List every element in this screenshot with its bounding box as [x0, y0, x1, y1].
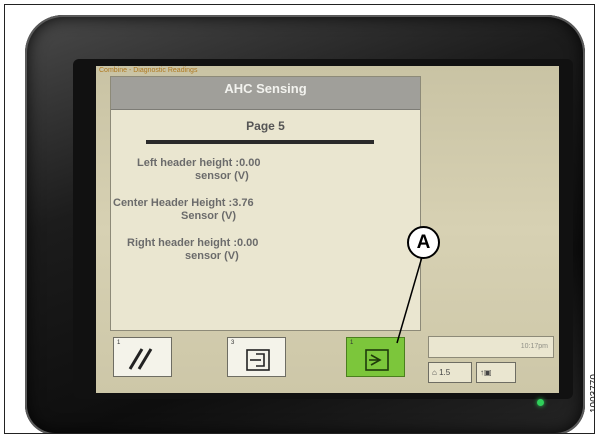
status-area: 10:17pm ⌂ 1.5 ↑▣ — [428, 336, 556, 388]
softkey-1[interactable]: 1 — [113, 337, 172, 377]
page-forward-icon — [365, 349, 389, 371]
display-screen: Combine - Diagnostic Readings AHC Sensin… — [96, 66, 559, 393]
readout-label: Center Header Height — [113, 197, 226, 209]
softkey-page-forward[interactable]: 1 — [346, 337, 405, 377]
up-arrow-monitor-icon: ↑▣ — [480, 368, 492, 377]
breadcrumb[interactable]: Combine - Diagnostic Readings — [99, 67, 197, 74]
readout-value: :0.00 — [235, 157, 261, 169]
readout-label: Right header height — [127, 237, 231, 249]
home-button[interactable]: ⌂ 1.5 — [428, 362, 472, 383]
figure-number: 1003770 — [589, 374, 595, 413]
home-icon: ⌂ — [432, 368, 437, 377]
readout-value: :3.76 — [228, 197, 254, 209]
diagonal-slashes-icon — [128, 348, 153, 370]
readout-unit: sensor (V) — [195, 170, 249, 182]
page-back-icon — [246, 349, 270, 371]
figure-frame: Combine - Diagnostic Readings AHC Sensin… — [4, 4, 595, 434]
ahc-sensing-panel: AHC Sensing Page 5 Left header height :0… — [110, 76, 421, 331]
clock-readout: 10:17pm — [428, 336, 554, 358]
readout-label: Left header height — [137, 157, 233, 169]
home-button-label: 1.5 — [439, 368, 451, 377]
page-number: Page 5 — [246, 119, 285, 133]
page-divider — [146, 140, 374, 144]
readout-right-header-height: Right header height :0.00 sensor (V) — [127, 237, 258, 263]
page-title: AHC Sensing — [111, 77, 420, 110]
readout-center-header-height: Center Header Height :3.76 Sensor (V) — [113, 197, 254, 223]
softkey-page-back[interactable]: 3 — [227, 337, 286, 377]
readout-unit: Sensor (V) — [181, 210, 237, 222]
callout-a: A — [407, 226, 440, 259]
up-arrow-button[interactable]: ↑▣ — [476, 362, 516, 383]
readout-left-header-height: Left header height :0.00 sensor (V) — [137, 157, 260, 183]
power-led — [537, 399, 544, 406]
readout-unit: sensor (V) — [185, 250, 239, 262]
readout-value: :0.00 — [233, 237, 259, 249]
